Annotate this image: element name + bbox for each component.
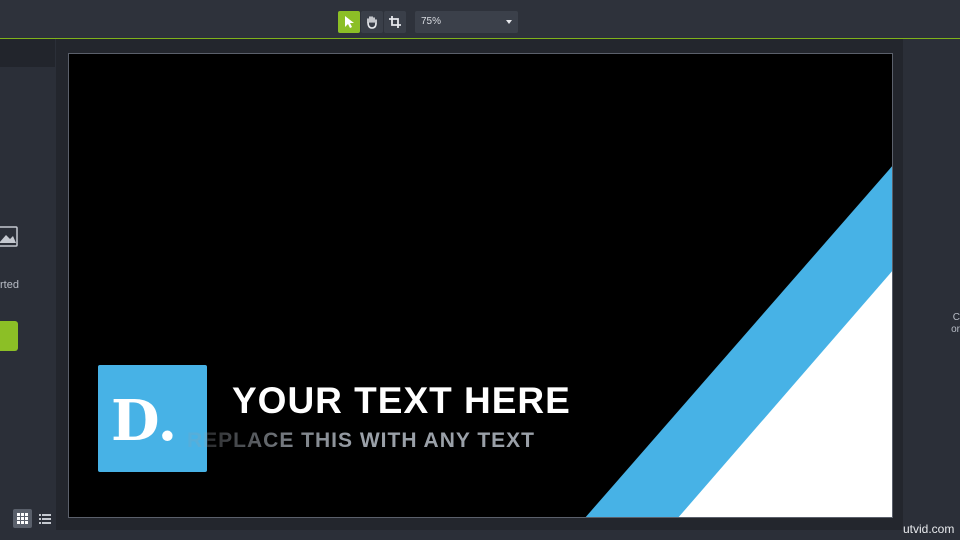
grid-view-button[interactable] xyxy=(13,509,32,528)
zoom-select[interactable]: 75% xyxy=(415,11,518,33)
preview-subtitle: REPLACE THIS WITH ANY TEXT xyxy=(187,429,536,452)
right-panel-label: C or xyxy=(951,312,960,335)
grid-view-icon xyxy=(17,513,28,524)
pan-tool-button[interactable] xyxy=(361,11,383,33)
preview-title: YOUR TEXT HERE xyxy=(232,380,571,421)
image-icon xyxy=(0,226,18,247)
zoom-value: 75% xyxy=(421,16,442,27)
left-panel-label: rted xyxy=(0,279,19,291)
watermark: utvid.com xyxy=(903,522,955,536)
right-panel: C or xyxy=(903,39,960,540)
chevron-down-icon xyxy=(506,20,512,24)
left-panel-tab[interactable] xyxy=(0,39,55,67)
import-button[interactable] xyxy=(0,321,18,351)
crop-icon xyxy=(389,16,401,28)
logo-badge: D. xyxy=(98,365,207,472)
hand-icon xyxy=(367,16,377,29)
logo-letter: D. xyxy=(111,388,178,454)
list-view-icon xyxy=(38,513,51,524)
video-preview[interactable]: D. YOUR TEXT HERE REPLACE THIS WITH ANY … xyxy=(68,53,893,518)
arrow-pointer-icon xyxy=(345,16,354,28)
crop-tool-button[interactable] xyxy=(384,11,406,33)
left-panel: rted xyxy=(0,39,55,540)
select-tool-button[interactable] xyxy=(338,11,360,33)
list-view-button[interactable] xyxy=(35,509,54,528)
top-toolbar: 75% xyxy=(0,0,960,39)
